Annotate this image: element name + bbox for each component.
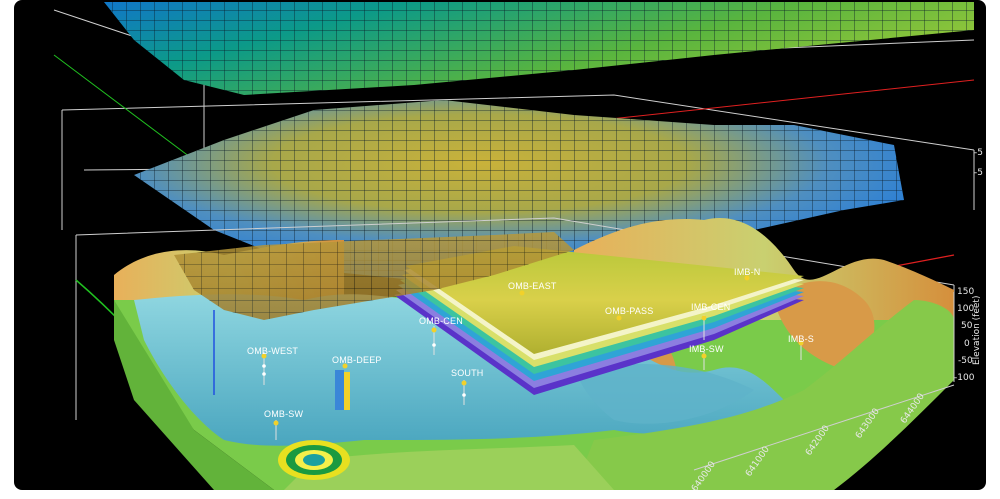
well-label-omb-west: OMB-WEST: [247, 346, 299, 356]
scene-svg: [53, 2, 975, 490]
elevation-tick: -100: [954, 373, 975, 383]
well-label-imb-s: IMB-S: [788, 334, 815, 344]
upper-axis-tick: -5: [974, 148, 983, 158]
elevation-tick: 50: [961, 321, 973, 331]
well-label-imb-cen: IMB-CEN: [691, 302, 731, 312]
target-ring-marker: [278, 440, 350, 480]
well-label-omb-cen: OMB-CEN: [419, 316, 463, 326]
elevation-axis-title: Elevation (feet): [972, 295, 982, 365]
well-label-omb-pass: OMB-PASS: [605, 306, 654, 316]
upper-axis-tick: -5: [974, 168, 983, 178]
well-label-omb-east: OMB-EAST: [508, 281, 557, 291]
well-label-omb-sw: OMB-SW: [264, 409, 304, 419]
well-label-imb-sw: IMB-SW: [689, 344, 724, 354]
well-label-omb-deep: OMB-DEEP: [332, 355, 382, 365]
well-label-imb-n: IMB-N: [734, 267, 761, 277]
top-surface-grid: [104, 2, 974, 95]
well-label-south: SOUTH: [451, 368, 484, 378]
elevation-tick: -50: [958, 356, 973, 366]
elevation-tick: 0: [964, 339, 970, 349]
3d-viewport[interactable]: OMB-WEST OMB-DEEP OMB-CEN OMB-EAST OMB-P…: [14, 0, 986, 490]
well-omb-pass-marker: [616, 315, 622, 321]
well-omb-east-marker: [519, 290, 525, 296]
